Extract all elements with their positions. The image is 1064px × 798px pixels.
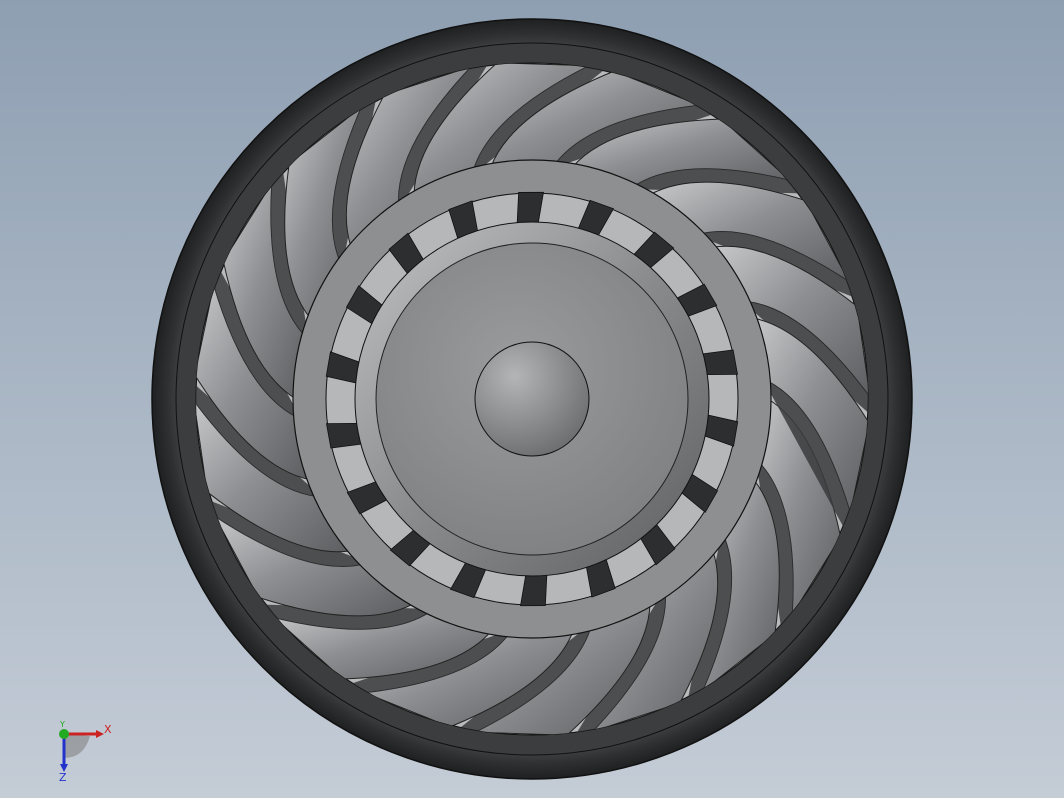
triad-shadow xyxy=(64,734,90,758)
z-axis-label: Z xyxy=(59,771,67,782)
hub-spoke xyxy=(701,349,739,376)
model-viewport[interactable] xyxy=(0,0,1064,798)
x-axis-label: X xyxy=(104,723,112,736)
coordinate-triad: X Y Z xyxy=(59,720,112,782)
y-axis-label: Y xyxy=(59,720,65,729)
hub-center-cone xyxy=(474,341,590,457)
x-axis-arrowhead xyxy=(96,730,104,738)
y-axis-dot xyxy=(59,729,69,739)
hub-spoke xyxy=(325,422,363,449)
